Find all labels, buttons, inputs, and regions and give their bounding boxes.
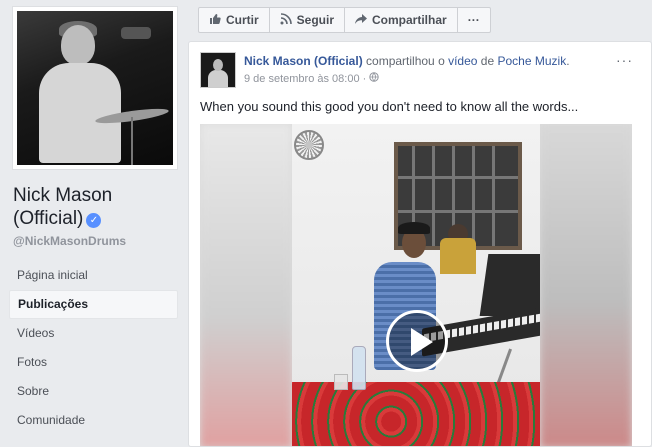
- page-nav: Página inicial Publicações Vídeos Fotos …: [9, 261, 178, 435]
- globe-icon: [369, 72, 380, 85]
- video-blur-right: [540, 124, 632, 446]
- page-name-line2: (Official): [13, 208, 84, 229]
- play-icon: [411, 328, 433, 356]
- share-arrow-icon: [355, 13, 368, 28]
- source-page-link[interactable]: Poche Muzik: [498, 54, 567, 68]
- source-suffix: .: [566, 54, 570, 68]
- video-link[interactable]: vídeo: [448, 54, 477, 68]
- profile-picture[interactable]: [12, 6, 178, 170]
- author-avatar[interactable]: [200, 52, 236, 88]
- follow-button[interactable]: Seguir: [270, 8, 346, 32]
- nav-item-photos[interactable]: Fotos: [9, 348, 178, 377]
- post-timestamp[interactable]: 9 de setembro às 08:00: [244, 73, 360, 85]
- page-title[interactable]: Nick Mason (Official) ✓: [13, 184, 183, 230]
- nav-item-videos[interactable]: Vídeos: [9, 319, 178, 348]
- page-name-line1: Nick Mason: [13, 185, 113, 206]
- thumbs-up-icon: [209, 13, 221, 28]
- nav-item-community[interactable]: Comunidade: [9, 406, 178, 435]
- video-blur-left: [200, 124, 292, 446]
- share-label: Compartilhar: [372, 13, 447, 27]
- page-handle[interactable]: @NickMasonDrums: [13, 234, 126, 248]
- fan-icon: [294, 130, 324, 160]
- share-button[interactable]: Compartilhar: [345, 8, 458, 32]
- play-button[interactable]: [386, 310, 448, 372]
- page-action-bar: Curtir Seguir Compartilhar ···: [198, 7, 491, 33]
- more-icon: ···: [467, 13, 480, 27]
- post-text: When you sound this good you don't need …: [200, 99, 579, 114]
- post-header: Nick Mason (Official) compartilhou o víd…: [244, 54, 570, 68]
- profile-photo-image: [17, 11, 173, 165]
- like-label: Curtir: [226, 13, 259, 27]
- more-actions-button[interactable]: ···: [458, 8, 490, 32]
- rss-icon: [280, 12, 292, 28]
- left-column: Nick Mason (Official) ✓ @NickMasonDrums P…: [0, 0, 188, 447]
- like-button[interactable]: Curtir: [199, 8, 270, 32]
- video-player[interactable]: [200, 124, 632, 446]
- author-name-link[interactable]: Nick Mason (Official): [244, 54, 363, 68]
- video-frame: [292, 124, 540, 446]
- verified-badge-icon: ✓: [86, 213, 102, 228]
- post-verb: compartilhou o: [366, 54, 445, 68]
- nav-item-home[interactable]: Página inicial: [9, 261, 178, 290]
- nav-item-about[interactable]: Sobre: [9, 377, 178, 406]
- post-preposition: de: [480, 54, 495, 68]
- post-meta: 9 de setembro às 08:00 ·: [244, 72, 380, 85]
- post-options-button[interactable]: ···: [616, 52, 633, 68]
- follow-label: Seguir: [296, 13, 335, 27]
- nav-item-posts[interactable]: Publicações: [9, 290, 178, 319]
- post-card: Nick Mason (Official) compartilhou o víd…: [188, 41, 652, 447]
